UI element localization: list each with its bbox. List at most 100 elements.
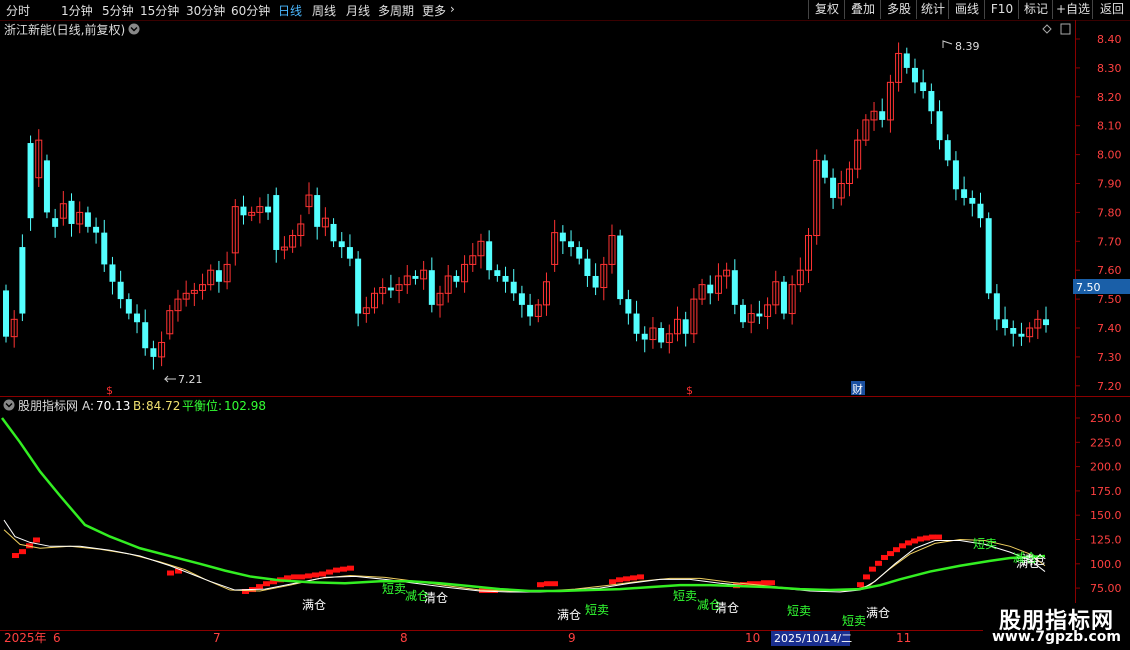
candle-body [117,281,124,300]
fuquan-button[interactable]: 复权 [808,0,845,19]
period-tab-60min[interactable]: 60分钟 [231,2,270,19]
indicator-tick-label: 250.0 [1090,412,1122,425]
dividend-marker[interactable]: $ [686,384,693,397]
candle-body [84,212,91,227]
indicator-tick-label: 200.0 [1090,461,1122,474]
candle-body [1010,328,1017,334]
chevron-down-icon[interactable] [3,399,15,411]
signal-label: 短卖 [673,589,697,603]
price-tick-label: 8.00 [1097,149,1122,162]
current-price-label: 7.50 [1076,281,1101,294]
candle-body [584,258,591,276]
chevron-down-icon[interactable] [128,23,140,35]
date-label-year: 2025年 [4,631,47,645]
candle-body [101,232,108,265]
indicator-bar [863,574,870,580]
period-tab-more[interactable]: 更多 [422,2,446,19]
indicator-lines [0,417,1046,593]
statistics-button[interactable]: 统计 [916,0,949,19]
candle-body [911,67,918,83]
price-tick-label: 7.60 [1097,264,1122,277]
signal-label: 满仓 [557,608,581,622]
signal-label: 短卖 [585,603,609,617]
period-tab-multi[interactable]: 多周期 [378,2,414,19]
period-tab-daily[interactable]: 日线 [278,2,302,19]
period-tab-30min[interactable]: 30分钟 [186,2,225,19]
indicator-a-value: 70.13 [96,399,130,413]
chart-area[interactable]: 浙江新能(日线,前复权) 8.40 8.30 8.20 8.10 8.00 7.90 7.8… [0,20,1130,650]
candle-body [830,177,837,198]
candle-body [125,299,132,314]
candle-body [502,275,509,282]
candle-body [453,275,460,282]
back-button[interactable]: 返回 [1092,0,1130,19]
dividend-marker[interactable]: $ [106,384,113,397]
candle-body [518,293,525,305]
draw-line-button[interactable]: 画线 [948,0,985,19]
date-axis: 2025年 6 7 8 9 10 2025/10/14/二 11 [4,631,911,646]
indicator-bar [340,566,347,572]
candle-body [977,203,984,219]
candle-body [330,223,337,242]
signal-label: 清仓 [715,601,739,615]
candle-body [961,189,968,198]
candle-body [969,197,976,204]
period-tab-1min[interactable]: 1分钟 [61,2,93,19]
finance-marker[interactable]: 财 [852,382,863,396]
high-price-label: 8.39 [955,40,980,53]
multi-stock-button[interactable]: 多股 [880,0,917,19]
indicator-bar [12,553,19,559]
candle-body [265,206,272,213]
candle-body [43,160,50,213]
signal-label: 短卖 [787,604,811,618]
indicator-b-value: 84.72 [146,399,180,413]
candle-body [682,319,689,334]
indicator-bar [623,576,630,582]
indicator-bar [298,574,305,580]
chevron-right-icon[interactable]: › [450,2,455,16]
candle-body [944,140,951,161]
price-tick-label: 7.90 [1097,178,1122,191]
price-tick-label: 7.40 [1097,322,1122,335]
signal-label: 清仓 [424,591,448,605]
add-favorite-button[interactable]: +自选 [1052,0,1093,19]
cursor-date-label: 2025/10/14/二 [774,632,852,645]
candle-body [52,218,59,227]
stock-title: 浙江新能(日线,前复权) [4,22,125,37]
diamond-icon[interactable] [1042,24,1052,34]
indicator-bar [761,580,768,586]
candle-body [903,53,910,68]
indicator-bar [905,540,912,546]
period-tab-fenshi[interactable]: 分时 [6,2,30,19]
signal-label: 满仓 [302,598,326,612]
candle-body [879,111,886,120]
period-tab-weekly[interactable]: 周线 [312,2,336,19]
watermark: 股朋指标网 www.7gpzb.com [983,603,1130,650]
scroll-handle-icon[interactable] [1060,23,1071,35]
period-tab-monthly[interactable]: 月线 [346,2,370,19]
indicator-bar [637,574,644,580]
indicator-bars [12,534,942,594]
indicator-axis: 250.0 225.0 200.0 175.0 150.0 125.0 100.0 75.00 [1075,412,1122,595]
indicator-bar [857,582,864,588]
candle-body [568,241,575,248]
indicator-bar [312,572,319,578]
indicator-tick-label: 125.0 [1090,534,1122,547]
date-label-month: 7 [213,631,221,645]
low-price-label: 7.21 [178,373,203,386]
candle-body [559,232,566,242]
f10-button[interactable]: F10 [984,0,1019,19]
overlay-button[interactable]: 叠加 [844,0,881,19]
indicator-bar [19,549,26,555]
candle-body [993,293,1000,320]
mark-button[interactable]: 标记 [1018,0,1053,19]
period-tab-5min[interactable]: 5分钟 [102,2,134,19]
period-tab-15min[interactable]: 15分钟 [140,2,179,19]
candle-body [510,281,517,294]
price-tick-label: 8.30 [1097,62,1122,75]
price-tick-label: 7.50 [1097,293,1122,306]
indicator-bar [33,537,40,543]
date-label-month: 8 [400,631,408,645]
candle-body [215,270,222,282]
candle-body [19,247,26,314]
